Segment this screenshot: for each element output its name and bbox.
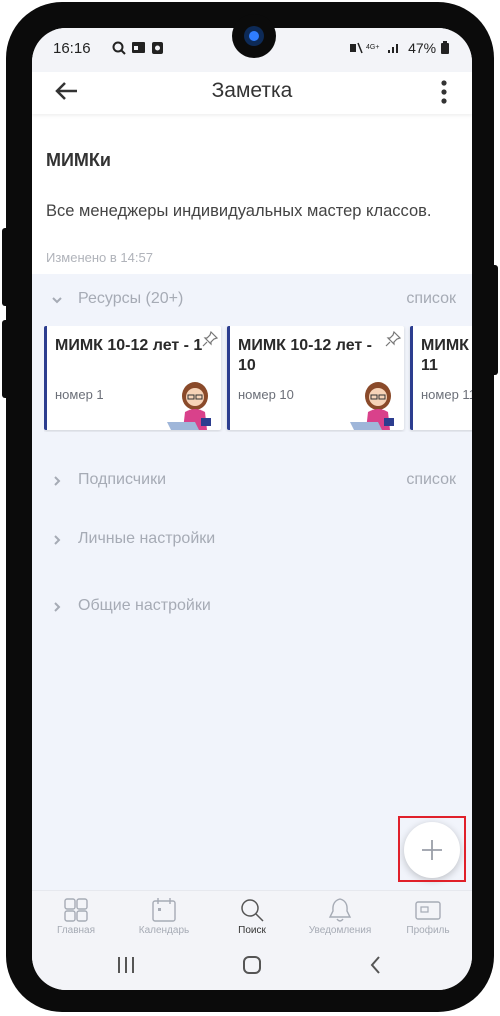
resource-card[interactable]: МИМК 10-12 лет - 10 номер 10 <box>227 326 404 430</box>
svg-text:4G+: 4G+ <box>366 44 379 51</box>
nav-label: Профиль <box>406 925 450 936</box>
home-icon[interactable] <box>240 953 264 977</box>
nav-notifications[interactable]: Уведомления <box>296 897 384 941</box>
profile-card-icon <box>415 901 441 920</box>
battery-icon <box>441 41 449 54</box>
calendar-icon <box>152 898 176 922</box>
bottom-navigation: Главная Календарь Поиск Уведомления Проф… <box>32 890 472 941</box>
section-label: Ресурсы (20+) <box>78 290 184 307</box>
note-title: МИМКи <box>46 150 111 170</box>
front-camera <box>232 14 276 58</box>
nav-label: Календарь <box>138 925 190 936</box>
signal-icons: 4G+ <box>350 42 399 54</box>
card-title: МИМК 10-12 лет - 1 <box>55 337 203 354</box>
nav-profile[interactable]: Профиль <box>384 897 472 941</box>
pin-icon[interactable] <box>201 330 219 348</box>
note-modified-time: Изменено в 14:57 <box>46 250 153 265</box>
page-title: Заметка <box>211 79 293 102</box>
highlight-box <box>398 816 466 882</box>
chevron-right-icon <box>54 602 61 612</box>
nav-label: Главная <box>56 925 96 936</box>
search-icon <box>241 899 264 922</box>
app-bar: Заметка <box>32 72 472 114</box>
nav-calendar[interactable]: Календарь <box>120 897 208 941</box>
volume-button-2 <box>2 320 10 398</box>
status-time: 16:16 <box>53 40 91 57</box>
battery-percent: 47% <box>408 40 437 56</box>
girl-laptop-illustration <box>350 382 394 430</box>
section-view-type[interactable]: список <box>406 290 456 308</box>
note-description: Все менеджеры индивидуальных мастер клас… <box>46 202 432 220</box>
section-label: Подписчики <box>78 471 167 488</box>
back-icon[interactable] <box>364 953 388 977</box>
status-icons-svg <box>112 41 163 55</box>
section-resources[interactable]: Ресурсы (20+) список <box>32 285 472 317</box>
more-vertical-icon[interactable] <box>434 77 454 107</box>
girl-laptop-illustration <box>167 382 211 430</box>
card-title: МИМК 10-12 лет - 10 <box>238 337 372 374</box>
card-subtitle: номер 10 <box>238 387 294 402</box>
grid-icon <box>64 898 88 922</box>
pin-icon[interactable] <box>384 330 402 348</box>
chevron-down-icon <box>52 297 62 304</box>
card-title: МИМК 10-12 лет - 11 <box>421 337 472 374</box>
card-subtitle: номер 1 <box>55 387 104 402</box>
chevron-right-icon <box>54 535 61 545</box>
section-label: Общие настройки <box>78 597 211 614</box>
section-personal-settings[interactable]: Личные настройки <box>32 525 472 557</box>
nav-search[interactable]: Поиск <box>208 897 296 941</box>
card-subtitle: номер 11 <box>421 387 472 402</box>
nav-label: Поиск <box>238 925 266 936</box>
bell-icon <box>328 898 352 922</box>
screen: 16:16 4G+ 47% Заметка МИМКи Все менеджер… <box>32 28 472 990</box>
resource-card[interactable]: МИМК 10-12 лет - 11 номер 11 <box>410 326 472 430</box>
section-view-type[interactable]: список <box>406 471 456 489</box>
power-button <box>490 265 498 375</box>
section-label: Личные настройки <box>78 530 216 547</box>
nav-home[interactable]: Главная <box>32 897 120 941</box>
battery-status: 4G+ 47% <box>348 40 450 56</box>
section-general-settings[interactable]: Общие настройки <box>32 592 472 624</box>
section-subscribers[interactable]: Подписчики список <box>32 466 472 498</box>
status-notification-icons <box>112 40 174 59</box>
resource-cards: МИМК 10-12 лет - 1 номер 1 МИМК 10-12 ле… <box>44 326 472 432</box>
system-navigation-bar <box>32 940 472 990</box>
volume-button <box>2 228 10 306</box>
recent-apps-icon[interactable] <box>114 953 138 977</box>
resource-card[interactable]: МИМК 10-12 лет - 1 номер 1 <box>44 326 221 430</box>
chevron-right-icon <box>54 476 61 486</box>
nav-label: Уведомления <box>308 925 372 936</box>
